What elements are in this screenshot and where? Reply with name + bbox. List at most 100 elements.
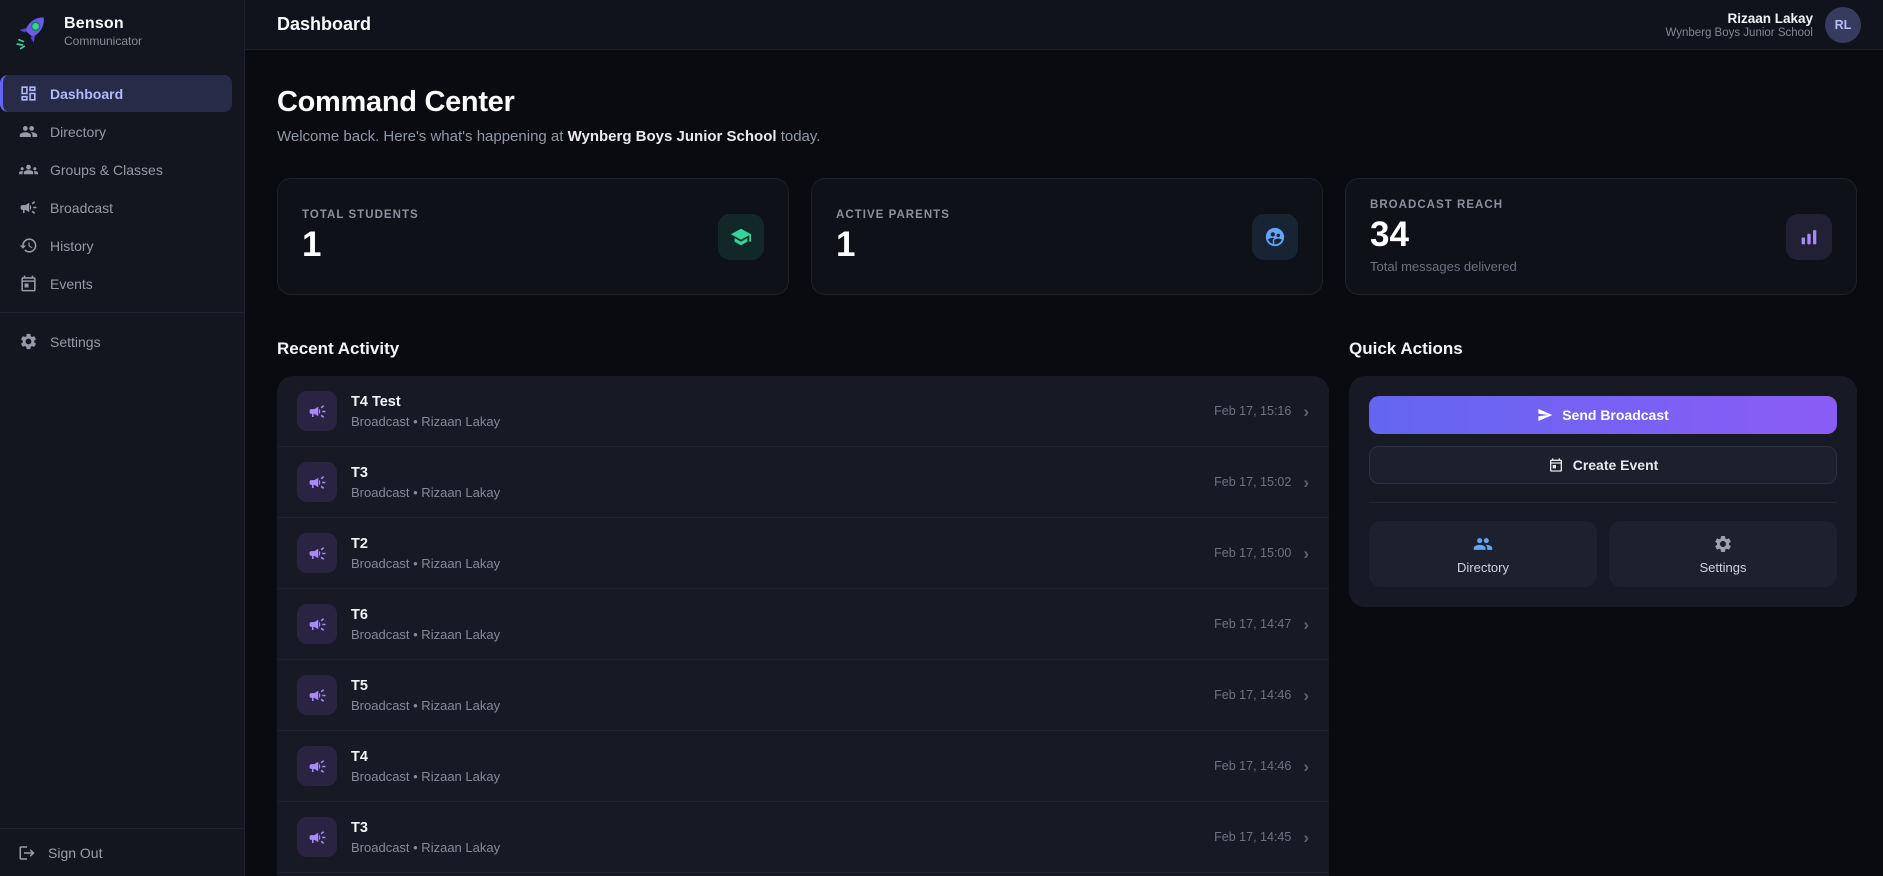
sidebar-item-label: Settings: [50, 333, 101, 350]
stat-value: 1: [302, 225, 322, 265]
stat-subtitle: Total messages delivered: [1370, 259, 1517, 275]
history-clock-icon: [19, 238, 37, 253]
quick-tile-directory[interactable]: Directory: [1369, 521, 1597, 587]
chevron-right-icon: ›: [1303, 756, 1309, 776]
sidebar-item-directory[interactable]: Directory: [0, 113, 232, 150]
sidebar-item-groups-classes[interactable]: Groups & Classes: [0, 151, 232, 188]
activity-row[interactable]: T4 Broadcast • Rizaan Lakay Feb 17, 14:46…: [277, 731, 1329, 802]
activity-time: Feb 17, 14:46: [1214, 688, 1292, 702]
quick-tile-settings[interactable]: Settings: [1609, 521, 1837, 587]
gear-icon: [21, 333, 36, 350]
sidebar-item-label: History: [50, 237, 94, 254]
user-box: Rizaan Lakay Wynberg Boys Junior School …: [1665, 6, 1861, 43]
subtitle-prefix: Welcome back. Here's what's happening at: [277, 128, 568, 145]
activity-time: Feb 17, 14:47: [1214, 617, 1292, 631]
sign-out-label: Sign Out: [48, 845, 103, 861]
quick-tile-label: Settings: [1699, 559, 1747, 575]
chevron-right-icon: ›: [1303, 543, 1309, 563]
graduation-cap-icon: [718, 213, 764, 260]
send-broadcast-label: Send Broadcast: [1562, 407, 1669, 423]
sidebar-item-label: Broadcast: [50, 199, 114, 216]
app-tagline: Communicator: [64, 33, 143, 48]
rocket-logo-icon: [16, 17, 44, 50]
subtitle-school-name: Wynberg Boys Junior School: [567, 128, 777, 145]
chevron-right-icon: ›: [1303, 614, 1309, 634]
chevron-right-icon: ›: [1303, 685, 1309, 705]
subtitle-suffix: today.: [776, 128, 821, 145]
activity-meta: Broadcast • Rizaan Lakay: [351, 484, 501, 500]
activity-row[interactable]: T2 Broadcast • Rizaan Lakay Feb 17, 15:00…: [277, 518, 1329, 589]
stat-card-broadcast-reach: BROADCAST REACH 34 Total messages delive…: [1345, 178, 1857, 295]
activity-meta: Broadcast • Rizaan Lakay: [351, 413, 501, 429]
sidebar-item-label: Dashboard: [50, 85, 124, 102]
create-event-button[interactable]: Create Event: [1369, 446, 1837, 484]
top-bar: Dashboard Rizaan Lakay Wynberg Boys Juni…: [245, 0, 1883, 50]
sidebar-item-settings[interactable]: Settings: [0, 323, 232, 360]
stat-label: TOTAL STUDENTS: [302, 209, 419, 222]
activity-row[interactable]: T5 Broadcast • Rizaan Lakay Feb 17, 14:46…: [277, 660, 1329, 731]
activity-title: T5: [351, 677, 368, 694]
quick-actions-card: Send Broadcast Create Event Directory Se…: [1349, 376, 1857, 607]
header-title: Dashboard: [277, 14, 372, 34]
bar-chart-icon: [1786, 213, 1832, 260]
sidebar: Benson Communicator Dashboard Directory …: [0, 0, 245, 876]
sidebar-nav: Dashboard Directory Groups & Classes Bro…: [0, 66, 244, 828]
activity-title: T4: [351, 748, 368, 765]
stat-card-total-students: TOTAL STUDENTS 1: [277, 178, 789, 295]
megaphone-icon: [297, 746, 337, 786]
sidebar-item-label: Events: [50, 275, 93, 292]
sidebar-item-history[interactable]: History: [0, 227, 232, 264]
recent-activity-list: T4 Test Broadcast • Rizaan Lakay Feb 17, …: [277, 376, 1329, 876]
megaphone-icon: [297, 391, 337, 431]
activity-title: T3: [351, 464, 368, 481]
activity-title: T3: [351, 819, 368, 836]
activity-time: Feb 17, 14:46: [1214, 759, 1292, 773]
sidebar-item-label: Directory: [50, 123, 107, 140]
send-broadcast-button[interactable]: Send Broadcast: [1369, 396, 1837, 434]
activity-time: Feb 17, 15:16: [1214, 404, 1292, 418]
avatar[interactable]: RL: [1825, 6, 1861, 43]
create-event-label: Create Event: [1572, 457, 1659, 473]
stat-value: 1: [836, 225, 856, 265]
activity-title: T4 Test: [351, 393, 401, 410]
gear-icon: [1715, 535, 1731, 552]
activity-row[interactable]: T4 Test Broadcast • Rizaan Lakay Feb 17, …: [277, 376, 1329, 447]
megaphone-icon: [20, 201, 37, 214]
activity-meta: Broadcast • Rizaan Lakay: [351, 839, 501, 855]
activity-row[interactable]: T3 Broadcast • Rizaan Lakay Feb 17, 14:45…: [277, 802, 1329, 873]
user-school: Wynberg Boys Junior School: [1665, 26, 1813, 39]
main-content: Command Center Welcome back. Here's what…: [245, 50, 1883, 876]
user-name: Rizaan Lakay: [1727, 10, 1813, 26]
activity-meta: Broadcast • Rizaan Lakay: [351, 555, 501, 571]
activity-title: T6: [351, 606, 368, 623]
groups-icon: [19, 164, 38, 175]
sidebar-item-events[interactable]: Events: [0, 265, 232, 302]
calendar-icon: [1549, 458, 1562, 472]
activity-row[interactable]: T6 Broadcast • Rizaan Lakay Feb 17, 14:47…: [277, 589, 1329, 660]
stat-label: BROADCAST REACH: [1370, 198, 1504, 211]
activity-meta: Broadcast • Rizaan Lakay: [351, 768, 501, 784]
recent-activity-heading: Recent Activity: [277, 339, 400, 358]
people-icon: [19, 125, 38, 138]
activity-meta: Broadcast • Rizaan Lakay: [351, 626, 501, 642]
activity-time: Feb 17, 14:45: [1214, 830, 1292, 844]
people-icon: [1473, 537, 1493, 550]
logout-icon: [19, 846, 35, 860]
sidebar-item-broadcast[interactable]: Broadcast: [0, 189, 232, 226]
megaphone-icon: [297, 604, 337, 644]
stat-value: 34: [1370, 214, 1409, 254]
sidebar-item-label: Groups & Classes: [50, 161, 163, 178]
sidebar-divider: [0, 312, 244, 313]
chevron-right-icon: ›: [1303, 401, 1309, 421]
chevron-right-icon: ›: [1303, 472, 1309, 492]
chevron-right-icon: ›: [1303, 827, 1309, 847]
dashboard-grid-icon: [21, 86, 36, 101]
activity-row[interactable]: T3 Broadcast • Rizaan Lakay Feb 17, 15:02…: [277, 447, 1329, 518]
page-title: Command Center: [277, 86, 515, 118]
quick-actions-divider: [1369, 502, 1837, 503]
calendar-icon: [21, 275, 36, 292]
sign-out-button[interactable]: Sign Out: [0, 828, 244, 876]
activity-time: Feb 17, 15:00: [1214, 546, 1292, 560]
sidebar-item-dashboard[interactable]: Dashboard: [0, 75, 232, 112]
send-icon: [1538, 409, 1553, 421]
